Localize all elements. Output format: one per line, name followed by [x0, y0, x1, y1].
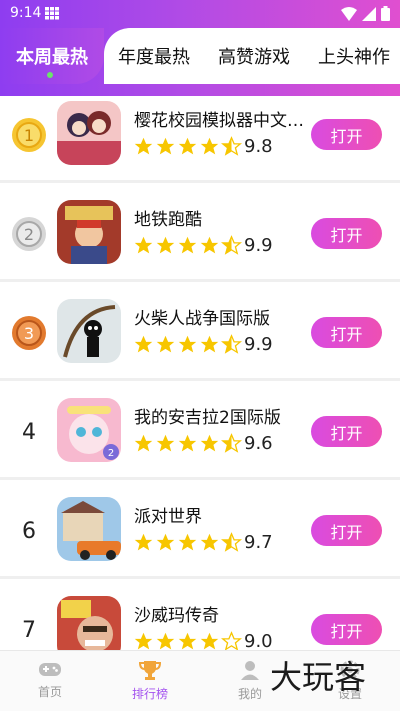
watermark-logo: 大玩客: [270, 658, 367, 696]
svg-text:2: 2: [108, 448, 114, 459]
app-score: 9.6: [244, 433, 273, 454]
open-button[interactable]: 打开: [311, 317, 382, 348]
star-full-icon: [134, 434, 153, 452]
status-bar: 9:14: [0, 0, 400, 28]
angela-icon[interactable]: 2: [57, 398, 121, 462]
open-button[interactable]: 打开: [311, 614, 382, 645]
list-item[interactable]: 4 2 我的安吉拉2国际版 9.6 打开: [0, 381, 400, 480]
tab-bar: 年度最热 高赞游戏 上头神作: [104, 28, 400, 84]
star-full-icon: [156, 236, 175, 254]
status-time: 9:14: [10, 5, 42, 21]
rank-medal-gold: 1: [8, 114, 50, 156]
nav-ranking[interactable]: 排行榜: [120, 659, 180, 702]
active-tab-indicator: [47, 72, 53, 78]
star-full-icon: [178, 335, 197, 353]
svg-text:2: 2: [24, 225, 34, 244]
star-rating: [133, 334, 242, 356]
open-button[interactable]: 打开: [311, 515, 382, 546]
subway-surfers-icon[interactable]: [57, 200, 121, 264]
rank-medal-silver: 2: [8, 213, 50, 255]
user-icon: [241, 661, 259, 680]
star-rating: [133, 433, 242, 455]
battery-icon: [381, 6, 390, 21]
gamepad-icon: [39, 663, 61, 676]
open-button[interactable]: 打开: [311, 218, 382, 249]
star-half-icon: [221, 334, 242, 354]
list-item[interactable]: 6 派对世界 9.7 打开: [0, 480, 400, 579]
star-full-icon: [178, 236, 197, 254]
star-rating: [133, 532, 242, 554]
star-rating: [133, 235, 242, 257]
wifi-icon: [341, 6, 357, 21]
list-item[interactable]: 3 火柴人战争国际版 9.9 打开: [0, 282, 400, 381]
star-full-icon: [178, 632, 197, 650]
star-full-icon: [134, 137, 153, 155]
star-full-icon: [134, 632, 153, 650]
app-name: 我的安吉拉2国际版: [134, 408, 281, 428]
star-full-icon: [156, 137, 175, 155]
nav-home[interactable]: 首页: [20, 659, 80, 700]
star-full-icon: [200, 335, 219, 353]
star-rating: [133, 136, 242, 158]
open-button[interactable]: 打开: [311, 416, 382, 447]
bronze-medal-icon: 3: [12, 316, 46, 350]
star-half-icon: [221, 235, 242, 255]
silver-medal-icon: 2: [12, 217, 46, 251]
star-full-icon: [156, 632, 175, 650]
star-full-icon: [178, 533, 197, 551]
star-full-icon: [178, 434, 197, 452]
app-name: 地铁跑酷: [134, 210, 202, 230]
list-item[interactable]: 2 地铁跑酷 9.9 打开: [0, 183, 400, 282]
star-full-icon: [156, 434, 175, 452]
star-full-icon: [156, 533, 175, 551]
star-empty-icon: [221, 631, 242, 651]
star-half-icon: [221, 532, 242, 552]
nav-label: 我的: [237, 687, 262, 701]
rank-number: 6: [22, 518, 36, 544]
star-half-icon: [221, 433, 242, 453]
app-score: 9.7: [244, 532, 273, 553]
star-full-icon: [200, 137, 219, 155]
gold-medal-icon: 1: [12, 118, 46, 152]
star-full-icon: [134, 533, 153, 551]
star-full-icon: [134, 236, 153, 254]
tab-top-rated[interactable]: 高赞游戏: [204, 42, 304, 70]
app-name: 樱花校园模拟器中文…: [134, 111, 304, 131]
open-button[interactable]: 打开: [311, 119, 382, 150]
star-half-icon: [221, 136, 242, 156]
app-score: 9.0: [244, 631, 273, 652]
star-full-icon: [200, 533, 219, 551]
rank-number: 7: [22, 617, 36, 643]
nav-label: 排行榜: [131, 687, 168, 701]
svg-text:3: 3: [24, 324, 34, 343]
app-score: 9.9: [244, 235, 273, 256]
star-full-icon: [178, 137, 197, 155]
stick-war-icon[interactable]: [57, 299, 121, 363]
rank-medal-bronze: 3: [8, 312, 50, 354]
app-name: 火柴人战争国际版: [134, 309, 270, 329]
star-full-icon: [200, 632, 219, 650]
signal-icon: [362, 6, 376, 21]
list-item[interactable]: 1 樱花校园模拟器中文… 9.8 打开: [0, 84, 400, 183]
tab-addictive[interactable]: 上头神作: [304, 42, 400, 70]
star-full-icon: [134, 335, 153, 353]
star-full-icon: [200, 236, 219, 254]
tab-yearly-hot[interactable]: 年度最热: [104, 42, 204, 70]
star-full-icon: [200, 434, 219, 452]
nav-label: 首页: [37, 685, 62, 699]
grid-icon: [45, 7, 59, 20]
rank-number: 4: [22, 419, 36, 445]
app-name: 沙威玛传奇: [134, 606, 219, 626]
sakura-school-icon[interactable]: [57, 101, 121, 165]
party-world-icon[interactable]: [57, 497, 121, 561]
app-name: 派对世界: [134, 507, 202, 527]
svg-text:1: 1: [24, 126, 34, 145]
star-full-icon: [156, 335, 175, 353]
app-score: 9.8: [244, 136, 273, 157]
app-score: 9.9: [244, 334, 273, 355]
trophy-icon: [139, 661, 161, 680]
